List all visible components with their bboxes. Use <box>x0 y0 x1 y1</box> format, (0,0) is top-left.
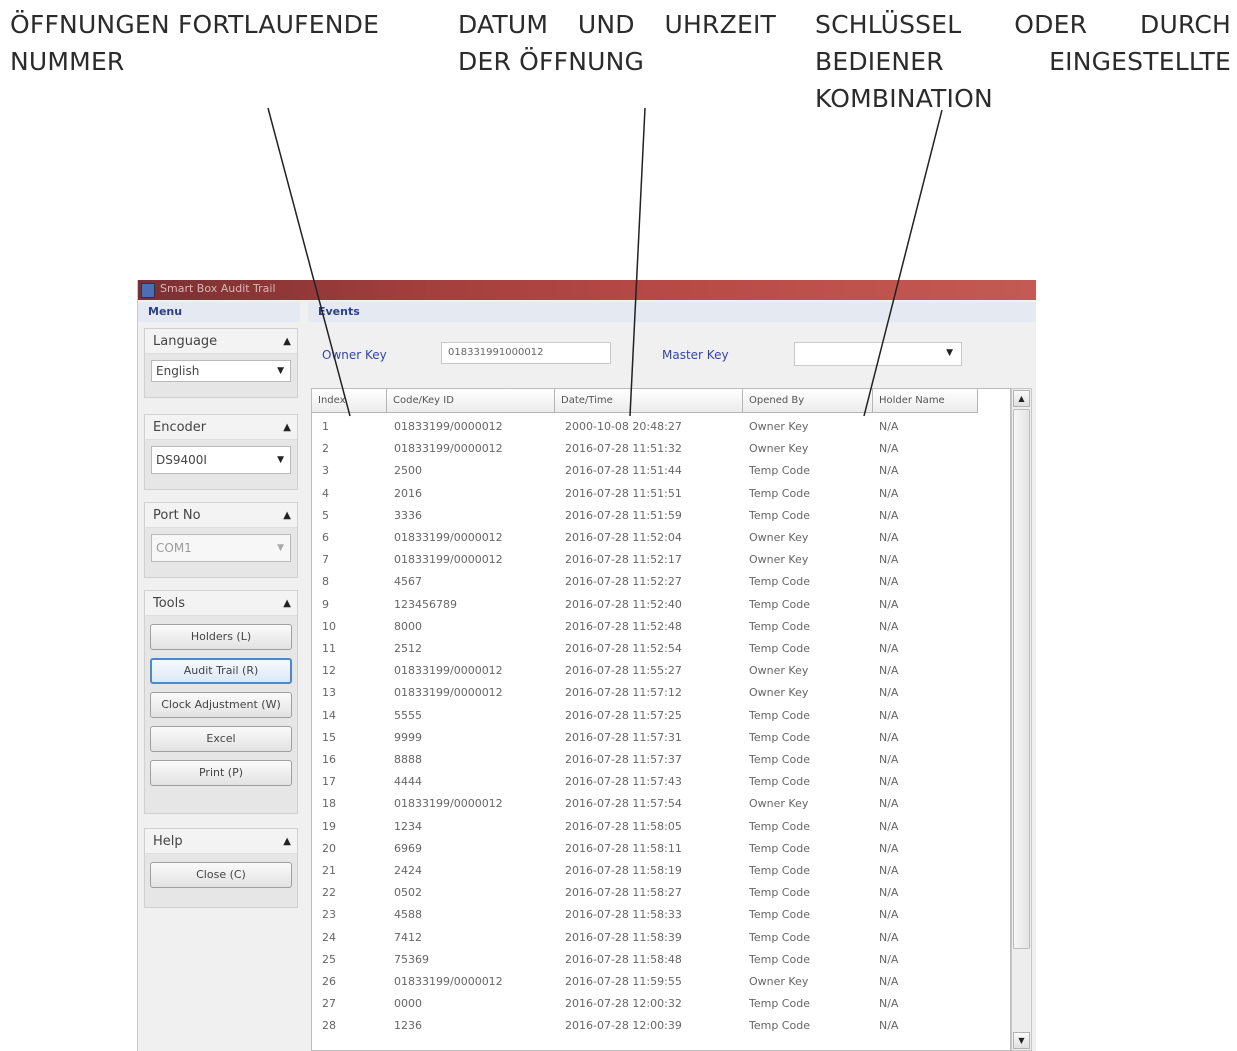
datetime-pointer-line <box>629 107 646 417</box>
opened-by-pointer-line <box>863 109 943 417</box>
index-pointer-line <box>267 107 351 417</box>
annotation-pointer-lines <box>267 107 943 417</box>
